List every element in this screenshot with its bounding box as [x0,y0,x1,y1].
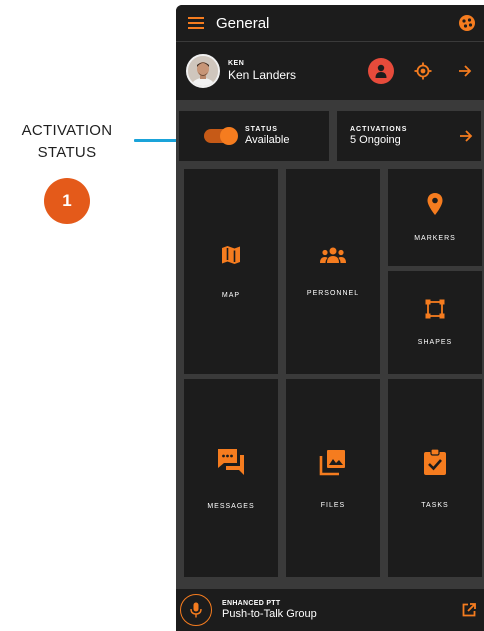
arrow-right-icon [451,129,481,143]
map-icon [222,246,240,264]
user-bar: KEN Ken Landers [176,42,484,100]
map-label: MAP [221,292,241,299]
files-tile[interactable]: FILES [286,379,380,577]
map-tile[interactable]: MAP [184,169,278,374]
callout-label-line2: STATUS [37,144,97,161]
logout-arrow-icon[interactable] [452,58,478,84]
locate-crosshair-icon[interactable] [410,58,436,84]
user-full-name: Ken Landers [228,68,297,82]
person-icon [375,64,387,78]
ptt-info: ENHANCED PTT Push-to-Talk Group [222,600,454,620]
tasks-label: TASKS [421,501,449,509]
messages-label: MESSAGES [207,502,255,510]
app-bar: General [176,5,484,41]
open-external-icon[interactable] [454,603,484,617]
callout-connector-line [134,139,178,142]
activation-status-callout-label: ACTIVATION STATUS [0,120,134,164]
user-info: KEN Ken Landers [228,60,368,82]
user-short-name: KEN [228,60,245,67]
status-label: STATUS [245,126,278,133]
status-card[interactable]: STATUS Available [179,111,329,161]
markers-label: MARKERS [414,235,456,242]
user-alert-button[interactable] [368,58,394,84]
activations-text: ACTIVATIONS 5 Ongoing [350,126,451,146]
group-people-icon [320,247,346,263]
status-text: STATUS Available [245,126,289,146]
files-label: FILES [320,501,346,509]
map-marker-icon [427,193,443,215]
app-bar-title: General [216,14,270,32]
ptt-bar: ENHANCED PTT Push-to-Talk Group [176,589,484,631]
ptt-label: ENHANCED PTT [222,600,281,607]
personnel-label: PERSONNEL [306,290,360,297]
ptt-group: Push-to-Talk Group [222,608,317,620]
activations-value: 5 Ongoing [350,134,401,146]
hamburger-menu-icon[interactable] [176,5,216,41]
shapes-tile[interactable]: SHAPES [388,271,482,374]
tasks-tile[interactable]: TASKS [388,379,482,577]
callout-number-badge: 1 [44,178,90,224]
status-toggle-knob [220,127,238,145]
shapes-label: SHAPES [417,339,453,346]
image-gallery-icon [319,449,345,475]
status-toggle[interactable] [204,127,238,145]
markers-tile[interactable]: MARKERS [388,169,482,266]
messages-icon [218,448,244,475]
callout-label-line1: ACTIVATION [21,122,113,139]
microphone-button[interactable] [180,594,212,626]
palette-icon[interactable] [450,5,484,41]
activations-label: ACTIVATIONS [350,126,408,133]
phone-screen: General KEN Ken Landers STATUS Available… [176,5,484,631]
status-value: Available [245,134,290,146]
personnel-tile[interactable]: PERSONNEL [286,169,380,374]
microphone-icon [190,602,202,618]
clipboard-check-icon [424,447,446,475]
shape-square-icon [425,299,445,319]
activations-card[interactable]: ACTIVATIONS 5 Ongoing [337,111,481,161]
messages-tile[interactable]: MESSAGES [184,379,278,577]
avatar[interactable] [186,54,220,88]
